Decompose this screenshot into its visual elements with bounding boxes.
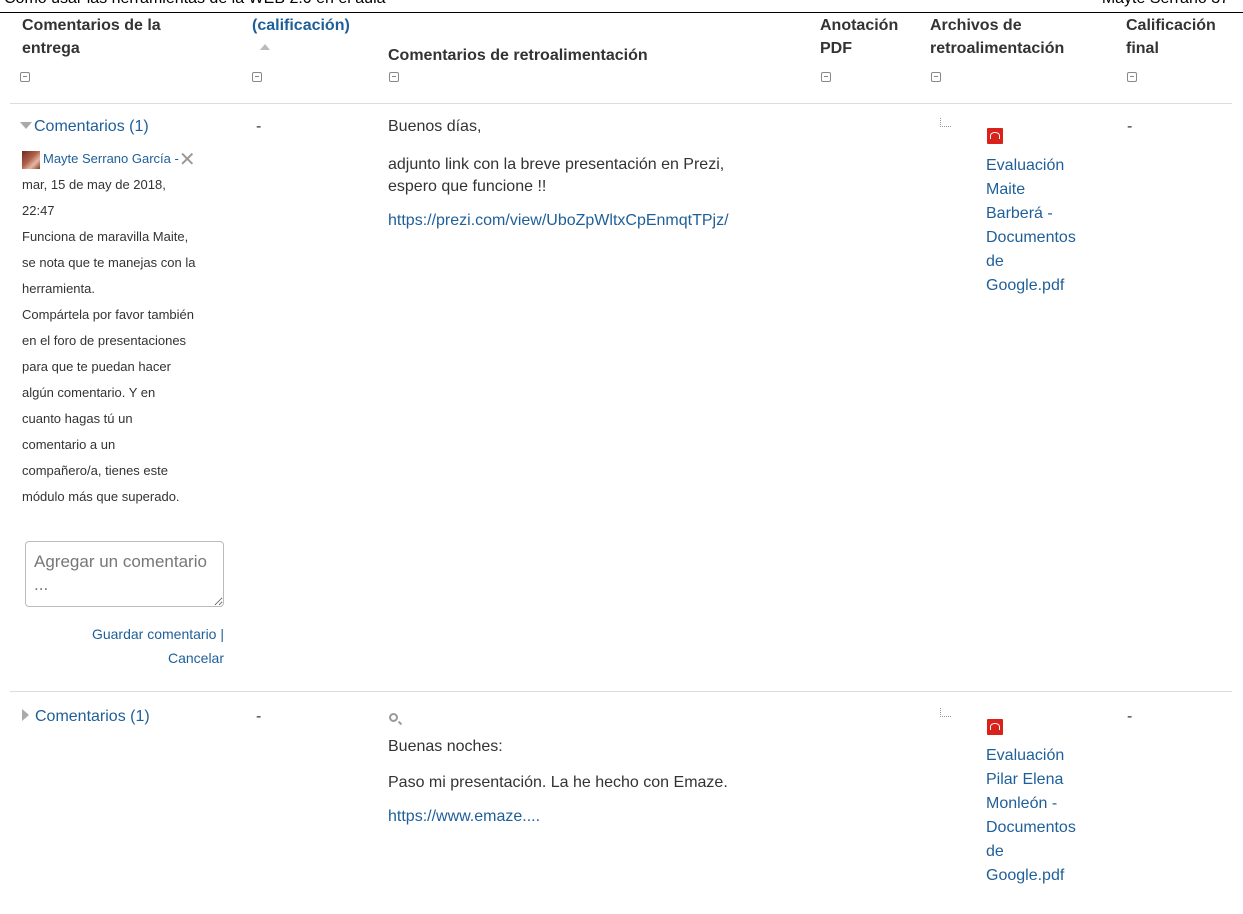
- comments-toggle[interactable]: Comentarios (1): [22, 706, 150, 728]
- comment-text-line: compañero/a, tienes este: [22, 463, 168, 478]
- tree-marker: [940, 118, 951, 127]
- comment-text-line: para que te puedan hacer: [22, 359, 171, 374]
- file-name-line[interactable]: de: [986, 840, 1106, 864]
- comment-date: mar, 15 de may de 2018,: [22, 177, 166, 192]
- comment-time: 22:47: [22, 203, 55, 218]
- feedback-file-link[interactable]: Evaluación Maite Barberá - Documentos de…: [986, 154, 1106, 298]
- sort-asc-icon: [260, 44, 270, 50]
- file-name-line[interactable]: Google.pdf: [986, 274, 1106, 298]
- header-pdf-annotation: Anotación PDF: [820, 14, 898, 60]
- document-title: Cómo usar las herramientas de la WEB 2.0…: [4, 0, 386, 8]
- header-grade-sort[interactable]: (calificación): [252, 14, 350, 37]
- save-comment-link[interactable]: Guardar comentario |: [92, 626, 224, 642]
- grade-value: -: [256, 118, 262, 135]
- search-icon[interactable]: [389, 713, 398, 722]
- document-page-author: Mayte Serrano 37: [1102, 0, 1229, 8]
- feedback-text: espero que funcione !!: [388, 178, 547, 195]
- header-line: Calificación: [1126, 17, 1216, 34]
- pdf-icon[interactable]: [987, 128, 1003, 144]
- header-divider: [10, 103, 1232, 104]
- comment-text-line: herramienta.: [22, 281, 95, 296]
- final-grade-value: -: [1127, 708, 1133, 725]
- cancel-link[interactable]: Cancelar: [168, 650, 224, 666]
- feedback-text: adjunto link con la breve presentación e…: [388, 156, 725, 173]
- header-line: entrega: [22, 40, 80, 57]
- feedback-comment: Buenos días, adjunto link con la breve p…: [388, 116, 808, 232]
- feedback-comment: Buenas noches: Paso mi presentación. La …: [388, 736, 808, 828]
- file-name-line[interactable]: Monleón -: [986, 792, 1106, 816]
- row-divider: [10, 691, 1232, 692]
- comment-text-line: algún comentario. Y en: [22, 385, 156, 400]
- comment-text-line: módulo más que superado.: [22, 489, 180, 504]
- document-header: Cómo usar las herramientas de la WEB 2.0…: [0, 0, 1243, 13]
- collapse-icon[interactable]: [821, 72, 831, 82]
- comment-author-link[interactable]: Mayte Serrano García -: [43, 151, 179, 166]
- file-name-line[interactable]: Pilar Elena: [986, 768, 1106, 792]
- comments-toggle-link[interactable]: Comentarios (1): [35, 708, 150, 725]
- add-comment-textarea[interactable]: [25, 541, 224, 607]
- grade-value: -: [256, 708, 262, 725]
- comments-toggle[interactable]: Comentarios (1): [20, 116, 149, 138]
- header-submission-comments: Comentarios de la entrega: [22, 14, 161, 60]
- header-line: Archivos de: [930, 17, 1022, 34]
- prezi-link[interactable]: https://prezi.com/view/UboZpWltxCpEnmqtT…: [388, 210, 808, 232]
- final-grade-value: -: [1127, 118, 1133, 135]
- emaze-link[interactable]: https://www.emaze....: [388, 806, 808, 828]
- file-name-line[interactable]: Evaluación: [986, 744, 1106, 768]
- pdf-icon[interactable]: [987, 719, 1003, 735]
- comment-text-line: comentario a un: [22, 437, 116, 452]
- comment-block: Mayte Serrano García -✕ mar, 15 de may d…: [22, 146, 232, 510]
- file-name-line[interactable]: Barberá -: [986, 202, 1106, 226]
- comment-actions: Guardar comentario | Cancelar: [20, 622, 224, 670]
- comment-text-line: cuanto hagas tú un: [22, 411, 133, 426]
- header-line: Anotación: [820, 17, 899, 34]
- feedback-text: Buenos días,: [388, 118, 482, 135]
- header-final-grade: Calificación final: [1126, 14, 1216, 60]
- expand-right-icon: [22, 709, 29, 722]
- delete-x-icon[interactable]: ✕: [179, 150, 196, 170]
- collapse-icon[interactable]: [252, 72, 262, 82]
- header-feedback-comments: Comentarios de retroalimentación: [388, 47, 648, 64]
- collapse-icon[interactable]: [20, 72, 30, 82]
- comment-text-line: Funciona de maravilla Maite,: [22, 229, 189, 244]
- file-name-line[interactable]: Documentos: [986, 226, 1106, 250]
- comment-text-line: en el foro de presentaciones: [22, 333, 187, 348]
- comment-text-line: se nota que te manejas con la: [22, 255, 196, 270]
- file-name-line[interactable]: Evaluación: [986, 154, 1106, 178]
- feedback-text: Buenas noches:: [388, 738, 503, 755]
- file-name-line[interactable]: Maite: [986, 178, 1106, 202]
- header-line: Comentarios de la: [22, 17, 161, 34]
- expand-down-icon: [20, 121, 32, 129]
- grade-sort-link[interactable]: (calificación): [252, 14, 350, 37]
- comment-author-line: Mayte Serrano García -✕: [22, 146, 232, 172]
- header-line: final: [1126, 40, 1159, 57]
- feedback-file-link[interactable]: Evaluación Pilar Elena Monleón - Documen…: [986, 744, 1106, 888]
- tree-marker: [940, 708, 951, 717]
- comments-toggle-link[interactable]: Comentarios (1): [34, 118, 149, 135]
- collapse-icon[interactable]: [931, 72, 941, 82]
- header-line: retroalimentación: [930, 40, 1065, 57]
- feedback-text: Paso mi presentación. La he hecho con Em…: [388, 774, 728, 791]
- collapse-icon[interactable]: [389, 72, 399, 82]
- comment-text-line: Compártela por favor también: [22, 307, 194, 322]
- collapse-icon[interactable]: [1127, 72, 1137, 82]
- file-name-line[interactable]: de: [986, 250, 1106, 274]
- file-name-line[interactable]: Google.pdf: [986, 864, 1106, 888]
- header-feedback-files: Archivos de retroalimentación: [930, 14, 1064, 60]
- avatar: [22, 150, 40, 169]
- header-line: PDF: [820, 40, 852, 57]
- file-name-line[interactable]: Documentos: [986, 816, 1106, 840]
